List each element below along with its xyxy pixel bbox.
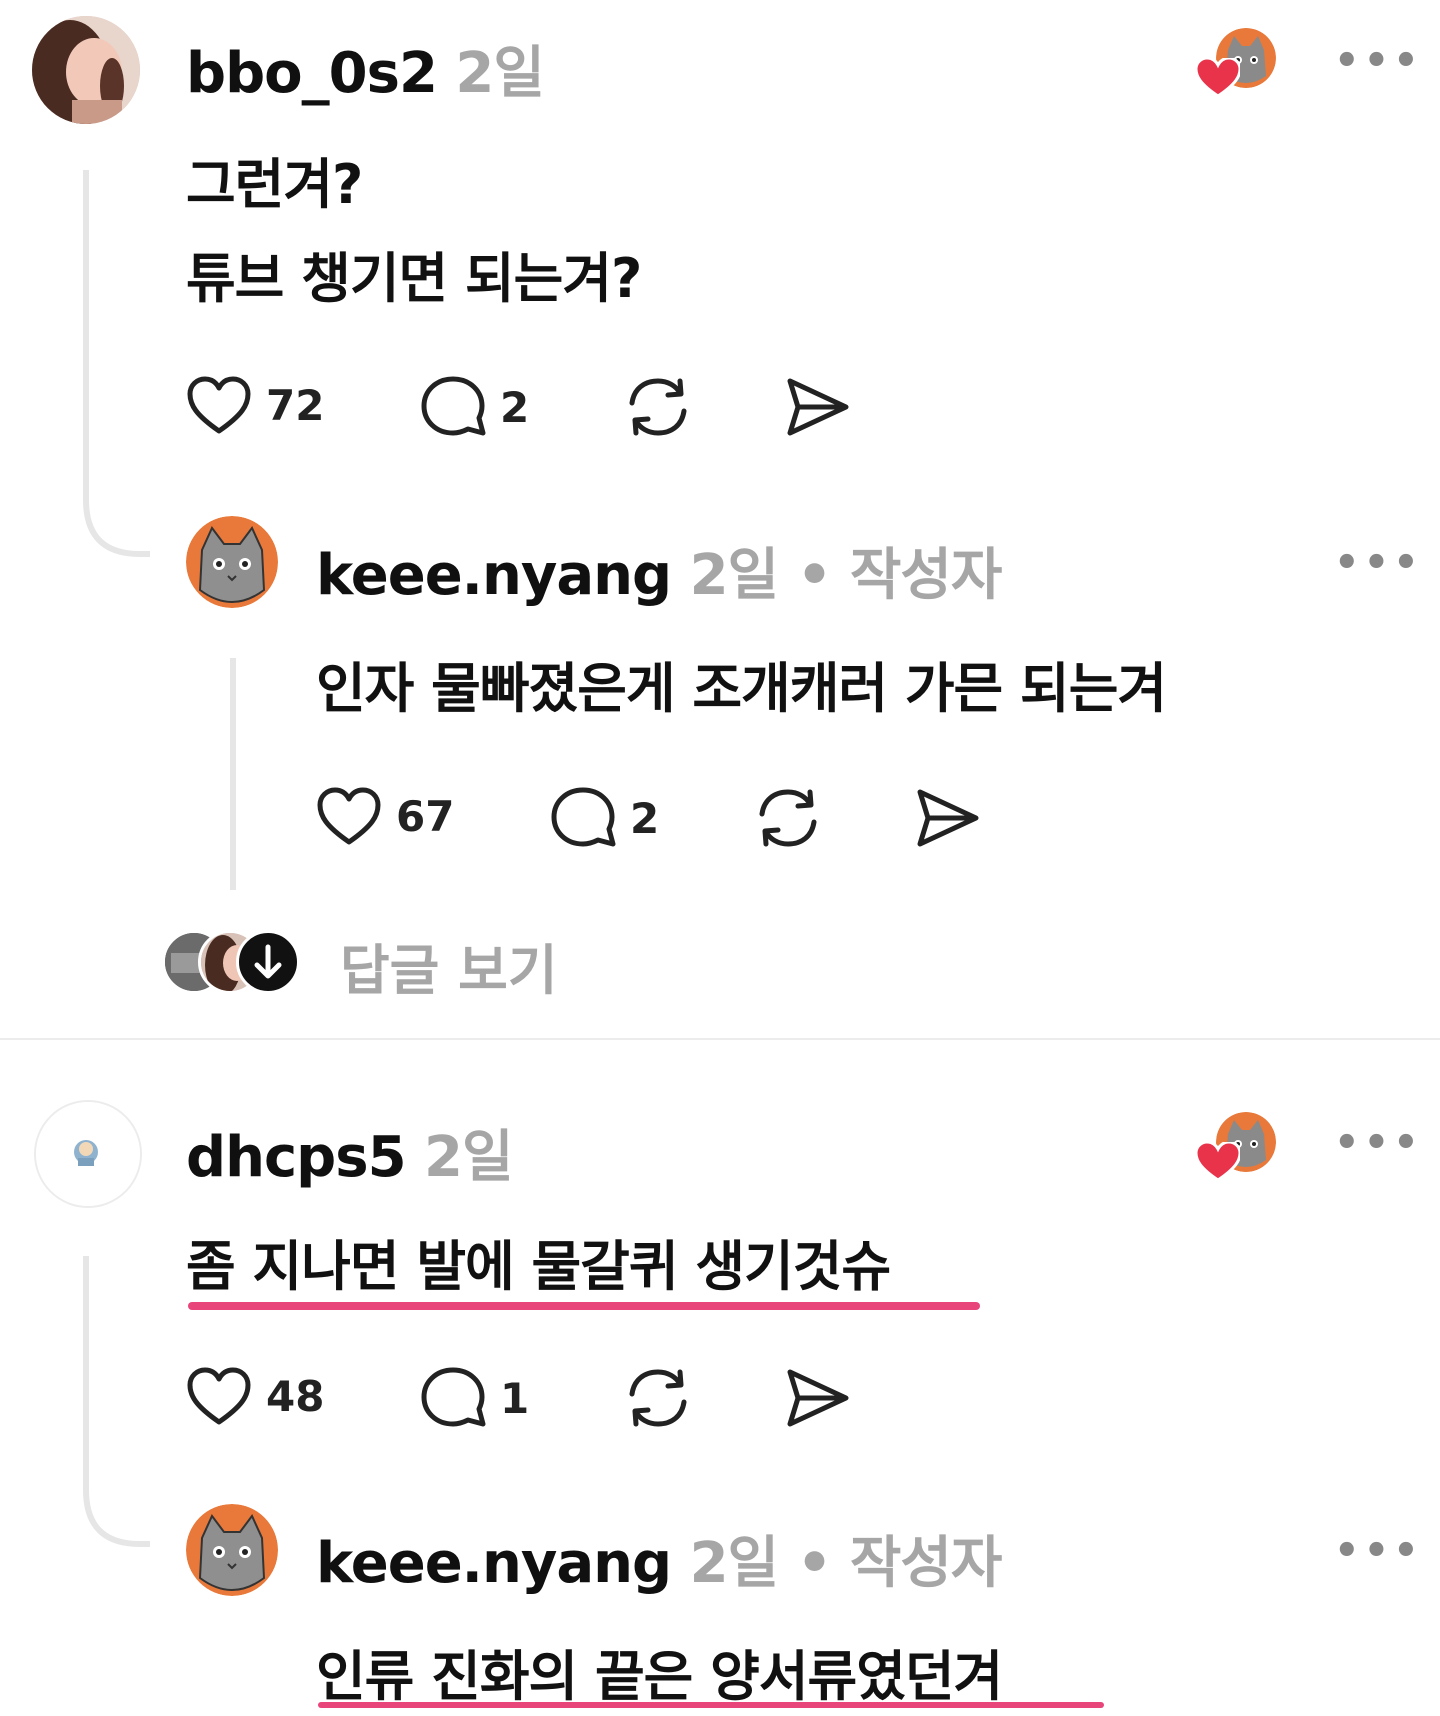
repost-icon: [759, 789, 817, 847]
more-options-button[interactable]: •••: [1334, 38, 1423, 84]
thread-line: [83, 1256, 150, 1547]
highlight-underline: [188, 1302, 980, 1310]
arrow-down-icon: [236, 930, 300, 994]
comment-text: 좀 지나면 발에 물갈퀴 생기것슈: [186, 1235, 891, 1298]
more-options-button[interactable]: •••: [1334, 540, 1423, 586]
comment-bubble-icon: [421, 1367, 486, 1427]
comment-text: 인자 물빠졌은게 조개캐러 가믄 되는겨: [316, 657, 1167, 720]
send-icon: [787, 1369, 849, 1427]
thread-line: [83, 170, 150, 557]
comment-text: 튜브 챙기면 되는겨?: [186, 247, 642, 310]
timestamp: 2일: [689, 543, 779, 608]
author-avatar[interactable]: [186, 1504, 278, 1596]
send-icon: [787, 378, 849, 436]
view-replies-button[interactable]: 답글 보기: [162, 926, 602, 1002]
send-icon: [917, 789, 979, 847]
heart-outline-icon: [317, 787, 381, 845]
reply-button[interactable]: 2: [420, 375, 529, 439]
heart-icon: [1196, 1142, 1240, 1182]
avatar[interactable]: [34, 1100, 142, 1208]
repost-icon: [629, 378, 687, 436]
liked-by-author-badge: [1196, 1112, 1280, 1184]
repost-icon: [629, 1369, 687, 1427]
comment-text: 인류 진화의 끝은 양서류였던겨: [316, 1645, 1003, 1708]
reply-count: 2: [630, 793, 660, 843]
heart-outline-icon: [187, 1367, 251, 1425]
divider: [0, 1038, 1440, 1040]
like-button[interactable]: 72: [186, 375, 324, 435]
reply-count: 1: [500, 1373, 530, 1423]
reply-button[interactable]: 1: [420, 1366, 529, 1430]
author-badge: • 작성자: [796, 543, 1003, 608]
repost-button[interactable]: [624, 375, 692, 439]
username[interactable]: bbo_0s2 2일: [186, 28, 545, 109]
username[interactable]: keee.nyang 2일 • 작성자: [316, 530, 1003, 611]
more-options-button[interactable]: •••: [1334, 1528, 1423, 1574]
share-button[interactable]: [784, 1366, 850, 1430]
comment-text: 그런겨?: [186, 153, 363, 216]
view-replies-label: 답글 보기: [340, 939, 558, 1002]
more-options-button[interactable]: •••: [1334, 1120, 1423, 1166]
like-count: 72: [266, 380, 325, 430]
username[interactable]: keee.nyang 2일 • 작성자: [316, 1518, 1003, 1599]
timestamp: 2일: [455, 41, 544, 106]
like-button[interactable]: 67: [316, 786, 454, 846]
share-button[interactable]: [914, 786, 980, 850]
like-button[interactable]: 48: [186, 1366, 324, 1426]
username[interactable]: dhcps5 2일: [186, 1112, 514, 1193]
like-count: 48: [266, 1371, 325, 1421]
comment-bubble-icon: [551, 787, 616, 847]
heart-icon: [1196, 58, 1240, 98]
author-avatar[interactable]: [186, 516, 278, 608]
heart-outline-icon: [187, 376, 251, 434]
thread-line: [230, 658, 236, 890]
avatar[interactable]: [32, 16, 140, 124]
liked-by-author-badge: [1196, 28, 1280, 100]
timestamp: 2일: [689, 1531, 779, 1596]
repost-button[interactable]: [624, 1366, 692, 1430]
timestamp: 2일: [424, 1125, 513, 1190]
like-count: 67: [396, 791, 455, 841]
reply-button[interactable]: 2: [550, 786, 659, 850]
repost-button[interactable]: [754, 786, 822, 850]
highlight-underline: [318, 1702, 1104, 1708]
reply-count: 2: [500, 382, 530, 432]
author-badge: • 작성자: [796, 1531, 1003, 1596]
comment-bubble-icon: [421, 376, 486, 436]
share-button[interactable]: [784, 375, 850, 439]
